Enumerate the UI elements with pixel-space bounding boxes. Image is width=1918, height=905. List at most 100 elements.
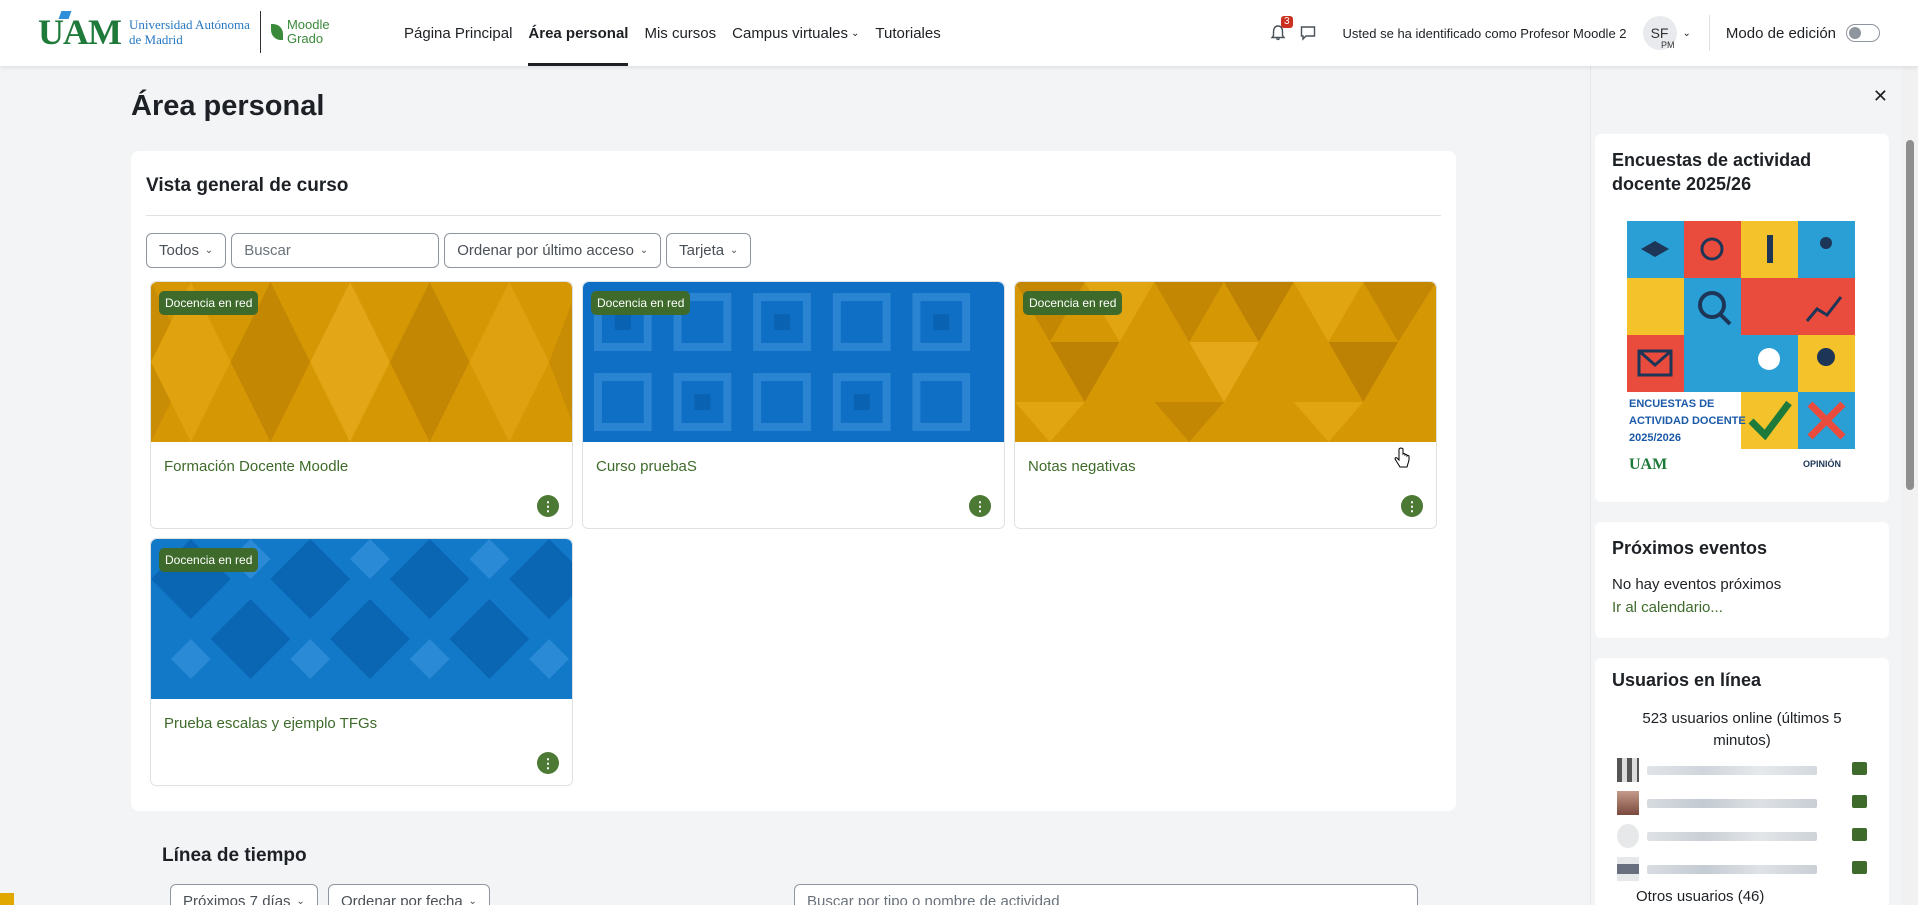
nav-my-courses[interactable]: Mis cursos	[644, 0, 716, 66]
chevron-down-icon: ⌄	[293, 896, 305, 905]
page-scrollbar[interactable]	[1902, 66, 1918, 905]
page-title: Área personal	[131, 90, 325, 122]
course-category-badge: Docencia en red	[159, 291, 259, 315]
nav-home[interactable]: Página Principal	[404, 0, 512, 66]
blurred-user-name	[1647, 832, 1817, 841]
course-image[interactable]: Docencia en red	[151, 539, 572, 699]
send-message-icon[interactable]	[1852, 861, 1867, 874]
uam-logo-mark: UAM	[38, 11, 122, 52]
notifications-bell-icon[interactable]: 3	[1269, 16, 1293, 42]
view-mode-dropdown[interactable]: Tarjeta ⌄	[666, 233, 752, 268]
user-avatar	[1617, 791, 1639, 815]
course-category-badge: Docencia en red	[1023, 291, 1123, 315]
sort-dropdown[interactable]: Ordenar por último acceso ⌄	[444, 233, 662, 268]
chevron-down-icon: ⌄	[636, 245, 649, 256]
chevron-down-icon: ⌄	[727, 245, 739, 256]
leaf-icon	[270, 24, 283, 40]
user-avatar	[1617, 857, 1639, 881]
user-navigation: 3 Usted se ha identificado como Profesor…	[1269, 0, 1880, 66]
chevron-down-icon: ⌄	[851, 27, 860, 39]
edit-mode-toggle[interactable]	[1846, 24, 1880, 42]
course-actions-menu-icon[interactable]: ⋮	[969, 495, 991, 517]
user-avatar[interactable]: SF PM	[1642, 16, 1677, 50]
online-user-row[interactable]	[1617, 791, 1867, 815]
user-menu-chevron-down-icon[interactable]: ⌄	[1683, 28, 1691, 39]
course-filters: Todos ⌄ Buscar Ordenar por último acceso…	[146, 233, 756, 268]
course-name-link[interactable]: Notas negativas	[1028, 458, 1136, 475]
blurred-user-name	[1647, 766, 1817, 775]
other-users-count: Otros usuarios (46)	[1636, 888, 1765, 905]
timeline-search-input[interactable]: Buscar por tipo o nombre de actividad	[794, 884, 1418, 905]
send-message-icon[interactable]	[1852, 828, 1867, 841]
course-overview-title: Vista general de curso	[146, 175, 349, 196]
course-card[interactable]: Docencia en red Formación Docente Moodle…	[150, 281, 573, 529]
no-events-text: No hay eventos próximos	[1612, 576, 1782, 593]
blurred-user-name	[1647, 865, 1817, 874]
online-users-count: 523 usuarios online (últimos 5 minutos)	[1642, 710, 1842, 749]
svg-text:OPINIÓN: OPINIÓN	[1803, 458, 1841, 469]
user-avatar	[1617, 758, 1639, 782]
course-actions-menu-icon[interactable]: ⋮	[537, 752, 559, 774]
course-card[interactable]: Docencia en red Curso pruebaS ⋮	[582, 281, 1005, 529]
course-name-link[interactable]: Curso pruebaS	[596, 458, 697, 475]
top-navbar: UAM Universidad Autónoma de Madrid Moodl…	[0, 0, 1918, 66]
primary-navigation: Página Principal Área personal Mis curso…	[404, 0, 957, 66]
online-user-row[interactable]	[1617, 758, 1867, 782]
online-users-title: Usuarios en línea	[1612, 670, 1762, 690]
course-card[interactable]: Docencia en red Prueba escalas y ejemplo…	[150, 538, 573, 786]
upcoming-events-title: Próximos eventos	[1612, 538, 1768, 558]
course-name-link[interactable]: Prueba escalas y ejemplo TFGs	[164, 715, 377, 732]
course-actions-menu-icon[interactable]: ⋮	[1401, 495, 1423, 517]
nav-tutorials[interactable]: Tutoriales	[875, 0, 940, 66]
course-card[interactable]: Docencia en red Notas negativas ⋮	[1014, 281, 1437, 529]
hand-cursor-icon	[1394, 447, 1410, 468]
site-logo[interactable]: UAM Universidad Autónoma de Madrid Moodl…	[38, 8, 330, 56]
notification-count-badge: 3	[1280, 16, 1293, 28]
course-category-badge: Docencia en red	[159, 548, 259, 572]
edit-mode-label: Modo de edición	[1725, 24, 1836, 42]
course-actions-menu-icon[interactable]: ⋮	[537, 495, 559, 517]
moodle-grado-logo: Moodle Grado	[270, 18, 330, 46]
timeline-title: Línea de tiempo	[162, 845, 307, 866]
timeline-sort-dropdown[interactable]: Ordenar por fecha ⌄	[328, 884, 490, 905]
messages-chat-icon[interactable]	[1299, 24, 1317, 42]
course-image[interactable]: Docencia en red	[583, 282, 1004, 442]
course-image[interactable]: Docencia en red	[151, 282, 572, 442]
login-info-text: Usted se ha identificado como Profesor M…	[1342, 25, 1627, 41]
corner-marker	[0, 893, 14, 905]
blurred-user-name	[1647, 799, 1817, 808]
course-image[interactable]: Docencia en red	[1015, 282, 1436, 442]
course-name-link[interactable]: Formación Docente Moodle	[164, 458, 348, 475]
course-search-input[interactable]: Buscar	[231, 233, 440, 268]
encuestas-title: Encuestas de actividad docente 2025/26	[1612, 150, 1812, 194]
nav-virtual-campus[interactable]: Campus virtuales ⌄	[732, 0, 859, 66]
send-message-icon[interactable]	[1852, 762, 1867, 775]
grouping-dropdown[interactable]: Todos ⌄	[146, 233, 227, 268]
svg-text:2025/2026: 2025/2026	[1629, 432, 1681, 444]
svg-text:ENCUESTAS DE: ENCUESTAS DE	[1629, 398, 1714, 410]
online-users-block: Usuarios en línea 523 usuarios online (ú…	[1595, 658, 1889, 905]
svg-text:ACTIVIDAD DOCENTE: ACTIVIDAD DOCENTE	[1629, 415, 1746, 427]
timeline-range-dropdown[interactable]: Próximos 7 días ⌄	[170, 884, 318, 905]
logo-divider	[259, 11, 261, 53]
svg-text:UAM: UAM	[1629, 456, 1667, 473]
course-category-badge: Docencia en red	[591, 291, 691, 315]
chevron-down-icon: ⌄	[465, 896, 477, 905]
scrollbar-thumb[interactable]	[1906, 140, 1914, 490]
chevron-down-icon: ⌄	[202, 245, 214, 256]
upcoming-events-block: Próximos eventos No hay eventos próximos…	[1595, 522, 1889, 638]
divider	[146, 215, 1441, 216]
send-message-icon[interactable]	[1852, 795, 1867, 808]
user-avatar	[1617, 824, 1639, 848]
close-drawer-icon[interactable]: ✕	[1873, 86, 1888, 107]
right-block-drawer: ✕ Encuestas de actividad docente 2025/26…	[1590, 66, 1902, 905]
nav-divider	[1708, 15, 1710, 51]
online-user-row[interactable]	[1617, 824, 1867, 848]
university-name: Universidad Autónoma de Madrid	[128, 17, 250, 47]
go-to-calendar-link[interactable]: Ir al calendario...	[1612, 599, 1723, 616]
encuestas-block: Encuestas de actividad docente 2025/26 E…	[1595, 134, 1889, 502]
course-overview-block: Vista general de curso Todos ⌄ Buscar Or…	[131, 151, 1456, 811]
encuestas-banner-image[interactable]: ENCUESTAS DE ACTIVIDAD DOCENTE 2025/2026…	[1627, 221, 1855, 473]
nav-dashboard[interactable]: Área personal	[528, 0, 629, 66]
online-user-row[interactable]	[1617, 857, 1867, 881]
